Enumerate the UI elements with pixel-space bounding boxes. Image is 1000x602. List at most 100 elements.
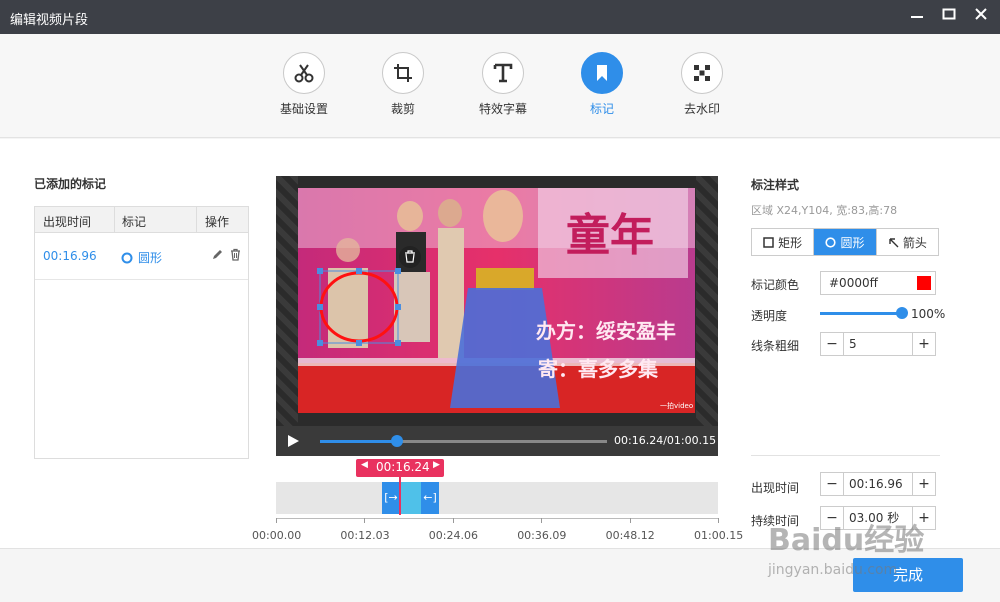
range-start-handle[interactable]: [→ <box>382 482 400 514</box>
timeline-tick-label: 00:12.03 <box>340 529 390 542</box>
circle-icon <box>825 236 837 248</box>
close-icon[interactable] <box>970 6 992 28</box>
timeline-tick-label: 00:00.00 <box>252 529 302 542</box>
square-icon <box>763 236 774 248</box>
tab-mark[interactable]: 标记 <box>562 52 642 117</box>
color-label: 标记颜色 <box>751 278 800 292</box>
text-t-icon <box>482 52 524 94</box>
line-width-label: 线条粗细 <box>751 339 800 353</box>
timeline-track[interactable] <box>276 482 718 514</box>
tab-remove-watermark[interactable]: 去水印 <box>662 52 742 117</box>
title-bar: 编辑视频片段 <box>0 0 1000 34</box>
mark-type: 圆形 <box>121 249 162 266</box>
video-frame[interactable]: 童年 办方：绥安盈丰 寄：喜多多集 一拍video <box>298 188 695 413</box>
maximize-icon[interactable] <box>938 6 960 28</box>
bookmark-icon <box>581 52 623 94</box>
step-back-icon[interactable]: ◀ <box>361 460 368 470</box>
arrow-icon <box>889 237 899 247</box>
divider <box>751 455 940 456</box>
timeline-tick-label: 00:24.06 <box>428 529 478 542</box>
opacity-fill <box>820 312 902 315</box>
shape-circle-button[interactable]: 圆形 <box>814 229 877 255</box>
scissors-icon <box>283 52 325 94</box>
tab-label: 特效字幕 <box>478 102 527 116</box>
opacity-slider[interactable] <box>820 307 908 319</box>
line-width-value[interactable]: 5 <box>843 333 913 355</box>
main-content: 已添加的标记 出现时间 标记 操作 00:16.96 圆形 童年 办方：绥安盈丰… <box>0 139 1000 548</box>
watermark-url: jingyan.baidu.com <box>768 562 898 578</box>
seek-progress <box>320 440 398 443</box>
circle-icon <box>121 252 133 263</box>
play-icon[interactable] <box>286 434 300 448</box>
color-swatch[interactable] <box>917 276 931 290</box>
banner-text: 童年 <box>566 210 654 261</box>
watermark-brand: Baidu经验 <box>768 523 925 558</box>
window-title: 编辑视频片段 <box>10 13 89 28</box>
tab-label: 标记 <box>589 102 614 116</box>
color-input[interactable]: #0000ff <box>820 271 936 295</box>
timeline-tick <box>541 518 543 523</box>
marks-table-header: 出现时间 标记 操作 <box>35 207 248 233</box>
decrement-button[interactable]: − <box>821 333 843 355</box>
timeline-playhead[interactable] <box>399 475 401 515</box>
region-info: 区域 X24,Y104, 宽:83,高:78 <box>751 204 898 217</box>
style-panel-title: 标注样式 <box>751 178 800 192</box>
appear-time-label: 出现时间 <box>751 481 800 495</box>
video-scene: 童年 办方：绥安盈丰 寄：喜多多集 一拍video <box>298 188 695 413</box>
banner-text: 寄：喜多多集 <box>538 357 659 381</box>
tab-crop[interactable]: 裁剪 <box>363 52 443 117</box>
table-row[interactable]: 00:16.96 圆形 <box>35 233 248 280</box>
banner-text: 办方：绥安盈丰 <box>536 319 676 343</box>
time-display: 00:16.24/01:00.15 <box>614 434 717 447</box>
seek-bar[interactable] <box>320 435 607 447</box>
timeline-tick-label: 00:48.12 <box>605 529 655 542</box>
decrement-button[interactable]: − <box>821 473 843 495</box>
line-width-stepper: − 5 + <box>820 332 936 356</box>
crop-icon <box>382 52 424 94</box>
mark-range-clip[interactable]: [→ ←] <box>382 482 439 514</box>
timeline-tick <box>629 518 631 523</box>
range-end-handle[interactable]: ←] <box>421 482 439 514</box>
video-watermark: 一拍video <box>660 401 693 410</box>
cursor-time: 00:16.24 <box>376 460 430 474</box>
letterbox-right <box>696 176 718 426</box>
timeline-tick <box>718 518 719 523</box>
opacity-label: 透明度 <box>751 309 788 323</box>
step-forward-icon[interactable]: ▶ <box>433 460 440 470</box>
delete-mark-icon[interactable] <box>399 246 421 268</box>
video-player: 童年 办方：绥安盈丰 寄：喜多多集 一拍video 00:16.24/01:00… <box>276 176 718 456</box>
appear-time-value[interactable]: 00:16.96 <box>843 473 913 495</box>
edit-icon[interactable] <box>211 248 224 264</box>
tab-effect-subtitle[interactable]: 特效字幕 <box>463 52 543 117</box>
marks-panel-title: 已添加的标记 <box>34 177 107 191</box>
edit-toolbar: 基础设置 裁剪 特效字幕 标记 去水印 <box>0 34 1000 138</box>
minimize-icon[interactable] <box>906 6 928 28</box>
timeline-tick-label: 01:00.15 <box>694 529 744 542</box>
shape-label: 箭头 <box>902 235 927 250</box>
timeline-tick <box>364 518 366 523</box>
shape-rect-button[interactable]: 矩形 <box>752 229 815 255</box>
opacity-handle[interactable] <box>896 307 908 319</box>
mosaic-icon <box>681 52 723 94</box>
timeline-ruler <box>276 518 718 519</box>
letterbox-left <box>276 176 298 426</box>
marks-table: 出现时间 标记 操作 00:16.96 圆形 <box>34 206 249 459</box>
column-header: 出现时间 <box>43 215 92 229</box>
player-controls: 00:16.24/01:00.15 <box>276 426 718 456</box>
increment-button[interactable]: + <box>913 333 935 355</box>
tab-label: 裁剪 <box>390 102 415 116</box>
appear-time-stepper: − 00:16.96 + <box>820 472 936 496</box>
increment-button[interactable]: + <box>913 473 935 495</box>
tab-basic-settings[interactable]: 基础设置 <box>264 52 344 117</box>
seek-handle[interactable] <box>391 435 404 447</box>
tab-label: 去水印 <box>683 102 720 116</box>
column-header: 操作 <box>205 215 230 229</box>
column-header: 标记 <box>122 215 147 229</box>
opacity-value: 100% <box>911 307 946 321</box>
shape-arrow-button[interactable]: 箭头 <box>877 229 938 255</box>
timeline-tick-label: 00:36.09 <box>517 529 567 542</box>
tab-label: 基础设置 <box>279 102 328 116</box>
shape-label: 圆形 <box>840 235 865 250</box>
delete-icon[interactable] <box>229 248 242 264</box>
color-value: #0000ff <box>829 276 878 290</box>
